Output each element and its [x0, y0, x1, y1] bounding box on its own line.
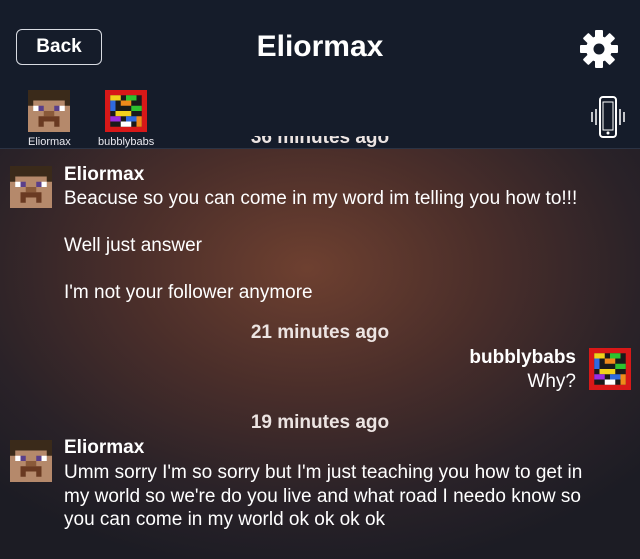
- steve-face-avatar: [28, 90, 71, 132]
- rainbow-pixel-avatar: [105, 90, 148, 132]
- timestamp: 19 minutes ago: [250, 412, 390, 433]
- steve-face-avatar: [10, 440, 52, 482]
- gear-icon[interactable]: [578, 28, 620, 70]
- rainbow-pixel-avatar: [589, 348, 631, 390]
- top-bar: Back Eliormax Eliormax bubblybabs: [0, 0, 640, 149]
- message-sender: Eliormax: [64, 164, 145, 185]
- page-title: Eliormax: [256, 30, 384, 63]
- message-text: Well just answer: [64, 235, 202, 256]
- timestamp-clipped: 36 minutes ago: [250, 136, 390, 148]
- steve-face-avatar: [10, 166, 52, 208]
- message-text: I'm not your follower anymore: [64, 282, 313, 303]
- message-sender: bubblybabs: [469, 347, 576, 368]
- phone-vibrate-icon[interactable]: [588, 95, 628, 139]
- timestamp: 21 minutes ago: [250, 322, 390, 343]
- message-text: Beacuse so you can come in my word im te…: [64, 188, 578, 209]
- message-text: my world so we're do you live and what r…: [64, 486, 581, 507]
- message-sender: Eliormax: [64, 437, 145, 458]
- message-text: Why?: [527, 371, 576, 392]
- message-text: you can come in my world ok ok ok ok: [64, 509, 386, 530]
- message-text: Umm sorry I'm so sorry but I'm just teac…: [64, 462, 583, 483]
